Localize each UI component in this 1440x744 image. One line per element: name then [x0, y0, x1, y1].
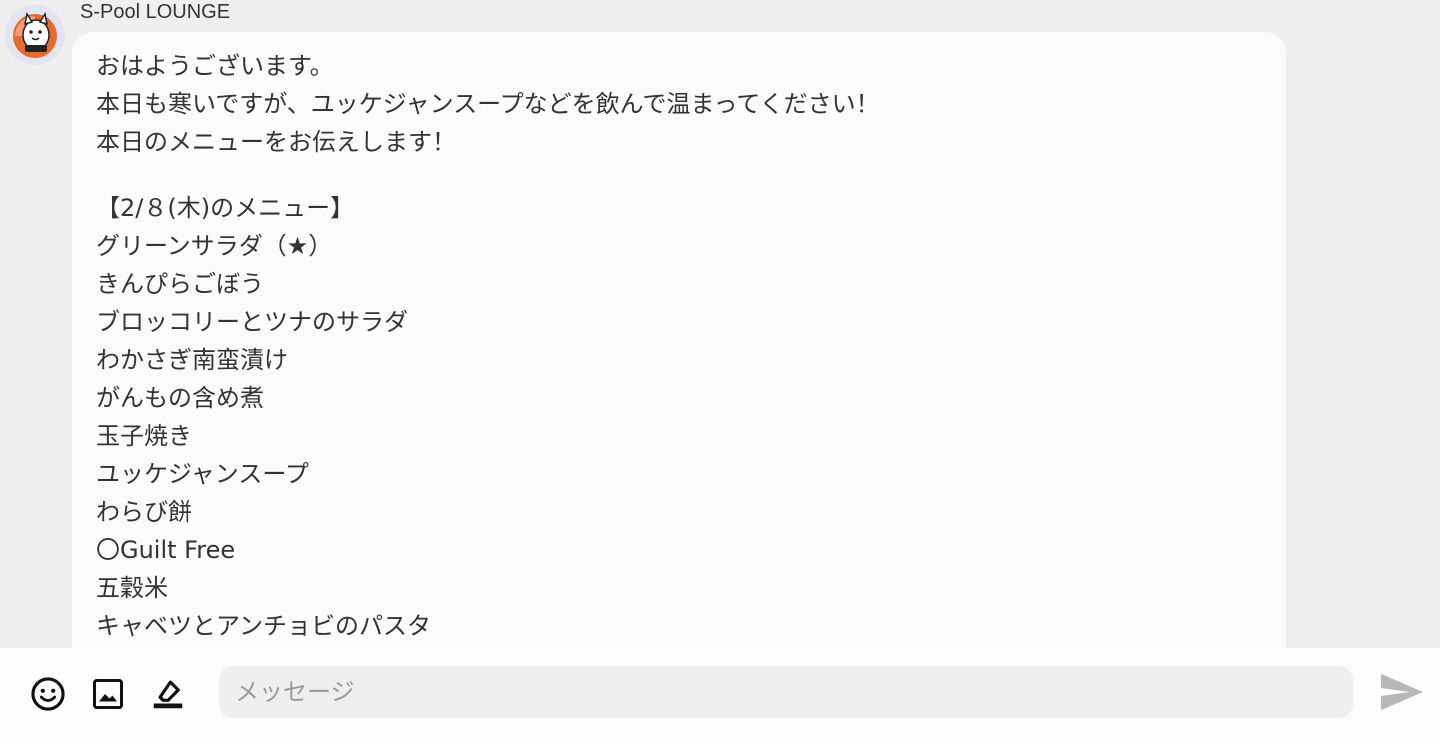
message-paragraph-2: 【2/８(木)のメニュー】 グリーンサラダ（★） きんぴらごぼう ブロッコリーと… [96, 189, 1266, 648]
message-composer [0, 648, 1440, 744]
message-line: 本日のメニューをお伝えします！ [96, 128, 456, 156]
menu-item: グリーンサラダ（★） [96, 232, 333, 260]
message-paragraph-1: おはようございます。 本日も寒いですが、ユッケジャンスープなどを飲んで温まってく… [96, 47, 1266, 161]
smiley-icon [31, 677, 65, 711]
menu-heading: 【2/８(木)のメニュー】 [96, 194, 355, 222]
send-icon [1381, 673, 1423, 711]
menu-item: ブロッコリーとツナのサラダ [96, 308, 408, 336]
image-button[interactable] [88, 674, 128, 714]
menu-item: 玉子焼き [96, 422, 192, 450]
menu-item: キャベツとアンチョビのパスタ [96, 612, 432, 640]
menu-item: きんぴらごぼう [96, 270, 264, 298]
send-button[interactable] [1376, 670, 1428, 714]
sender-avatar[interactable] [5, 5, 65, 65]
message-line: おはようございます。 [96, 52, 334, 80]
emoji-button[interactable] [28, 674, 68, 714]
menu-item: 五穀米 [96, 574, 168, 602]
menu-item: わかさぎ南蛮漬け [96, 346, 288, 374]
sender-name: S-Pool LOUNGE [80, 1, 231, 23]
message-line: 本日も寒いですが、ユッケジャンスープなどを飲んで温まってください！ [96, 90, 880, 118]
message-bubble: おはようございます。 本日も寒いですが、ユッケジャンスープなどを飲んで温まってく… [72, 32, 1286, 648]
cat-mascot-icon [5, 5, 65, 65]
menu-item: 〇Guilt Free [96, 536, 236, 564]
image-icon [93, 679, 123, 709]
draw-button[interactable] [148, 674, 188, 714]
draw-icon [153, 680, 183, 709]
menu-item: がんもの含め煮 [96, 384, 264, 412]
message-input-wrapper [219, 666, 1353, 718]
message-input[interactable] [219, 666, 1353, 718]
menu-item: ユッケジャンスープ [96, 460, 309, 488]
menu-item: わらび餅 [96, 498, 192, 526]
chat-area: S-Pool LOUNGE おはようございます。 本日も寒いですが、ユッケジャン… [0, 0, 1440, 648]
